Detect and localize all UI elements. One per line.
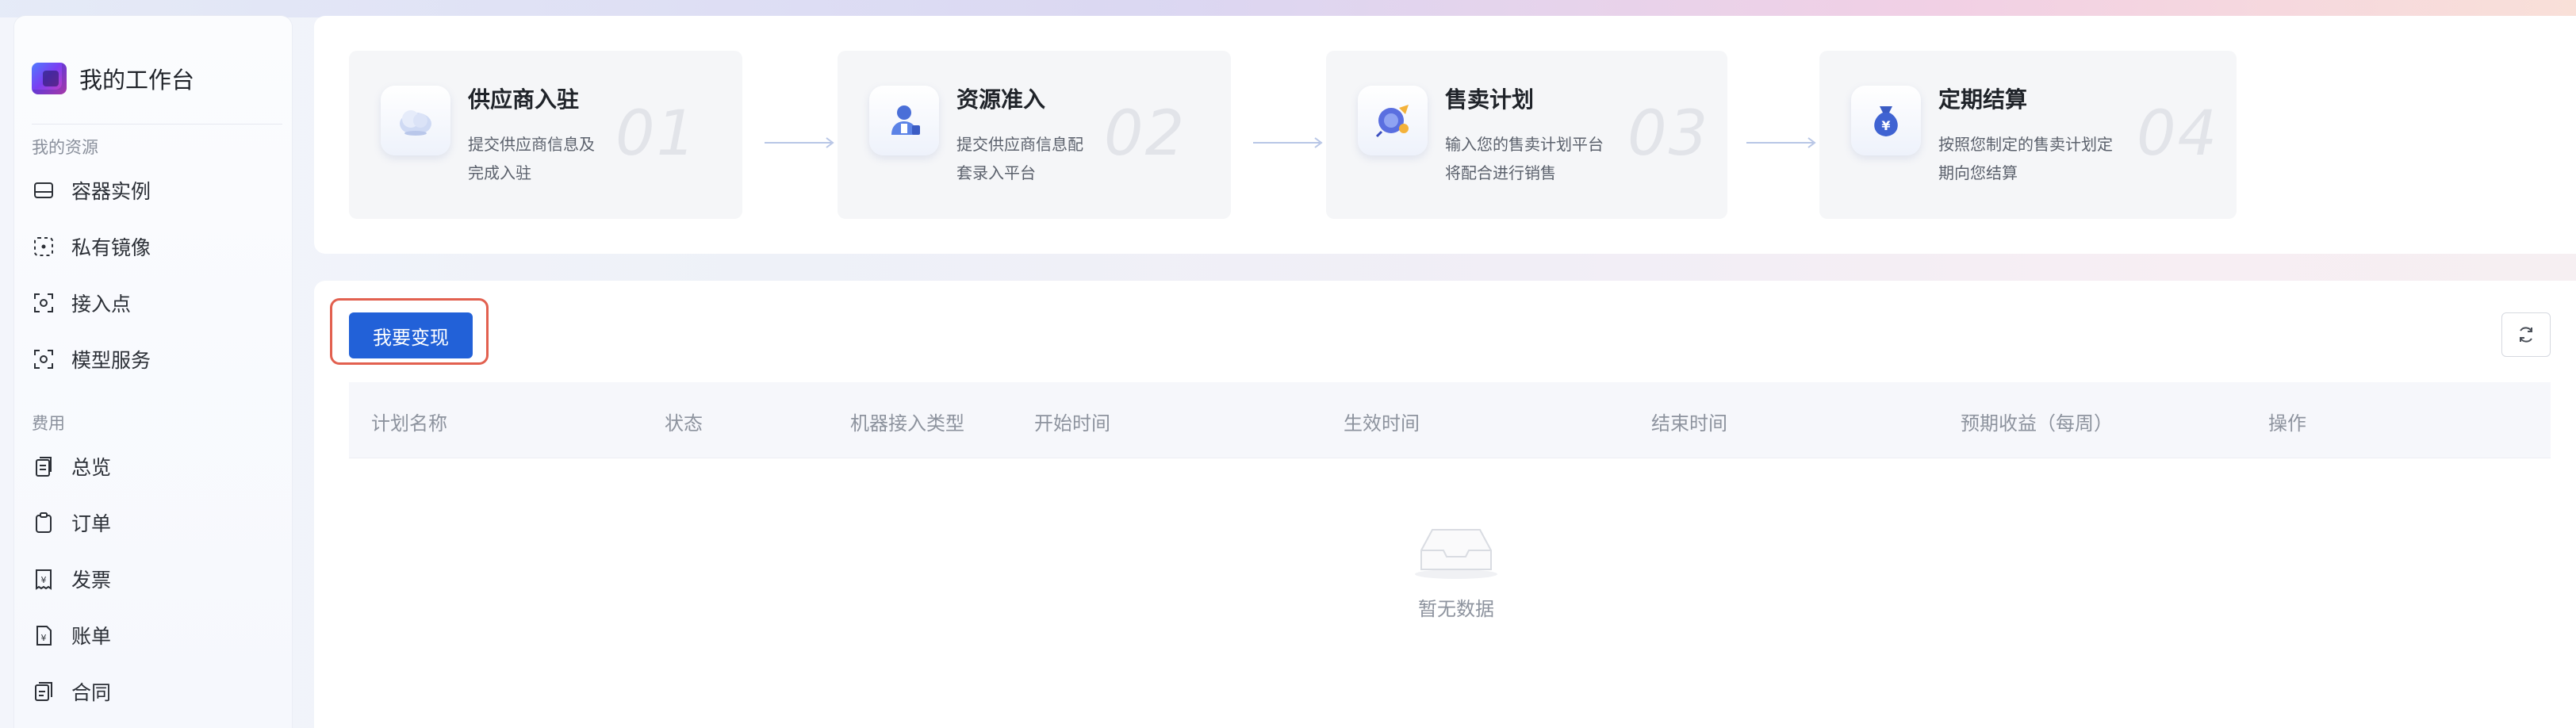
sidebar: 我的工作台 我的资源 容器实例 私有镜像 接入点 模型服务 费用 总览 订单 ¥… — [14, 16, 292, 728]
order-icon — [32, 511, 56, 535]
step-card-supplier-onboarding: 供应商入驻 提交供应商信息及完成入驻 01 — [349, 51, 742, 219]
sidebar-item-overview[interactable]: 总览 — [32, 446, 278, 487]
image-icon — [32, 235, 56, 259]
svg-text:¥: ¥ — [41, 633, 47, 643]
column-header-plan-name: 计划名称 — [371, 412, 447, 435]
column-header-machine-type: 机器接入类型 — [850, 412, 964, 435]
empty-inbox-icon — [1415, 529, 1497, 579]
step-desc: 按照您制定的售卖计划定期向您结算 — [1938, 135, 2113, 182]
cloud-icon — [381, 86, 450, 155]
model-service-icon — [32, 347, 56, 371]
step-card-sales-plan: 售卖计划 输入您的售卖计划平台将配合进行销售 03 — [1326, 51, 1727, 219]
step-number: 02 — [1104, 98, 1186, 170]
sidebar-item-label: 总览 — [71, 456, 112, 479]
step-title: 售卖计划 — [1445, 86, 1535, 113]
step-card-resource-admission: 资源准入 提交供应商信息配套录入平台 02 — [838, 51, 1231, 219]
endpoint-icon — [32, 291, 56, 315]
refresh-icon — [2520, 327, 2532, 343]
monetize-button[interactable]: 我要变现 — [349, 312, 473, 358]
table-header: 计划名称 状态 机器接入类型 开始时间 生效时间 结束时间 预期收益（每周） 操… — [349, 382, 2551, 458]
column-header-expected-income: 预期收益（每周） — [1961, 412, 2113, 435]
step-number: 01 — [615, 98, 698, 170]
step-number: 04 — [2137, 98, 2219, 170]
contract-icon — [32, 680, 56, 703]
top-gradient-bar — [0, 0, 2576, 17]
step-card-settlement: ¥ 定期结算 按照您制定的售卖计划定期向您结算 04 — [1819, 51, 2237, 219]
money-bag-icon: ¥ — [1851, 86, 1921, 155]
bill-icon: ¥ — [32, 623, 56, 647]
sidebar-item-model-service[interactable]: 模型服务 — [32, 339, 278, 380]
column-header-actions: 操作 — [2268, 412, 2306, 435]
step-title: 定期结算 — [1938, 86, 2028, 113]
empty-state-text: 暂无数据 — [1418, 598, 1494, 620]
sidebar-item-label: 订单 — [71, 512, 112, 535]
step-desc: 提交供应商信息配套录入平台 — [956, 135, 1083, 182]
plan-icon — [1358, 86, 1428, 155]
refresh-button[interactable] — [2501, 312, 2551, 357]
sidebar-item-label: 合同 — [71, 681, 112, 704]
step-arrow-icon — [1746, 137, 1816, 148]
sidebar-item-label: 私有镜像 — [71, 236, 151, 259]
sidebar-item-label: 接入点 — [71, 293, 132, 316]
sidebar-item-label: 发票 — [71, 569, 112, 592]
column-header-end-time: 结束时间 — [1651, 412, 1727, 435]
invoice-icon: ¥ — [32, 567, 56, 591]
step-title: 供应商入驻 — [468, 86, 580, 113]
brand-title: 我的工作台 — [79, 67, 195, 94]
svg-text:¥: ¥ — [41, 575, 47, 585]
column-header-start-time: 开始时间 — [1034, 412, 1110, 435]
section-label-billing: 费用 — [32, 414, 65, 433]
sidebar-item-order[interactable]: 订单 — [32, 502, 278, 543]
svg-text:¥: ¥ — [1881, 118, 1890, 133]
brand[interactable]: 我的工作台 — [32, 60, 194, 97]
sidebar-divider — [32, 124, 282, 125]
step-arrow-icon — [1253, 137, 1323, 148]
sidebar-item-private-image[interactable]: 私有镜像 — [32, 226, 278, 267]
storage-icon — [32, 178, 56, 202]
sidebar-item-contract[interactable]: 合同 — [32, 671, 278, 712]
sidebar-item-label: 容器实例 — [71, 180, 151, 203]
person-icon — [869, 86, 939, 155]
column-header-status: 状态 — [665, 412, 703, 435]
step-title: 资源准入 — [956, 86, 1046, 113]
step-arrow-icon — [765, 137, 834, 148]
sidebar-item-bill[interactable]: ¥ 账单 — [32, 615, 278, 656]
section-label-resources: 我的资源 — [32, 138, 98, 157]
plan-list-panel: 我要变现 计划名称 状态 机器接入类型 开始时间 生效时间 结束时间 预期收益（… — [314, 281, 2576, 728]
step-desc: 输入您的售卖计划平台将配合进行销售 — [1445, 135, 1604, 182]
sidebar-item-invoice[interactable]: ¥ 发票 — [32, 558, 278, 600]
column-header-effective-time: 生效时间 — [1344, 412, 1420, 435]
sidebar-item-label: 模型服务 — [71, 349, 151, 372]
sidebar-item-endpoint[interactable]: 接入点 — [32, 282, 278, 324]
sidebar-item-container-instance[interactable]: 容器实例 — [32, 170, 278, 211]
overview-icon — [32, 454, 56, 478]
step-desc: 提交供应商信息及完成入驻 — [468, 135, 595, 182]
onboarding-steps-panel: 供应商入驻 提交供应商信息及完成入驻 01 资源准入 提交供应商信息配套录入平台… — [314, 16, 2576, 254]
sidebar-item-label: 账单 — [71, 625, 112, 648]
brand-logo-icon — [32, 63, 67, 94]
step-number: 03 — [1627, 98, 1710, 170]
